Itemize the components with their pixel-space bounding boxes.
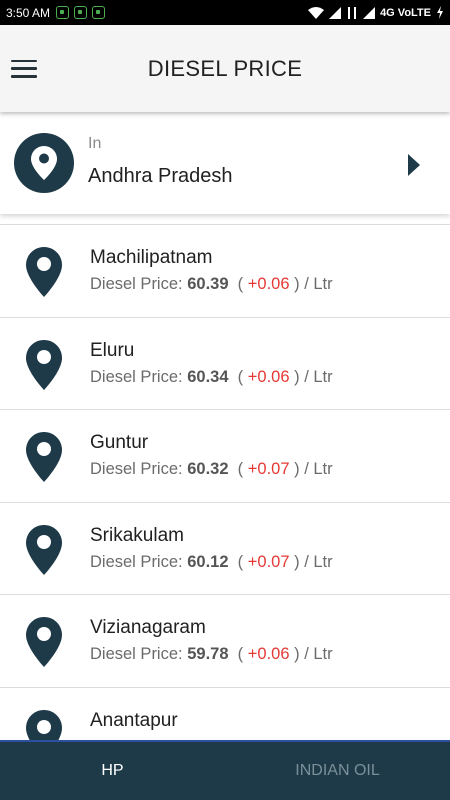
price-unit: / Ltr xyxy=(304,275,333,293)
city-name: Eluru xyxy=(90,339,135,361)
price-label: Diesel Price: xyxy=(90,460,183,478)
city-name: Anantapur xyxy=(90,709,178,731)
city-price-list[interactable]: Machilipatnam Diesel Price: 60.39 ( +0.0… xyxy=(0,224,450,740)
price-value: 60.12 xyxy=(187,552,229,571)
list-item[interactable]: Eluru Diesel Price: 60.34 ( +0.06 ) / Lt… xyxy=(0,318,450,410)
signal-icon xyxy=(363,6,376,19)
price-value: 60.32 xyxy=(187,460,229,478)
price-unit: / Ltr xyxy=(304,367,333,386)
location-pin-icon xyxy=(26,432,62,482)
list-item[interactable]: Anantapur xyxy=(0,688,450,740)
price-change: +0.06 xyxy=(247,275,290,293)
price-line: Diesel Price: 60.34 ( +0.06 ) / Ltr xyxy=(90,367,333,386)
price-line: Diesel Price: 60.32 ( +0.07 ) / Ltr xyxy=(90,460,333,478)
status-bar: 3:50 AM 4G VoLTE xyxy=(0,0,450,25)
data-signal-icon xyxy=(348,6,357,19)
location-pin-icon xyxy=(26,709,62,740)
price-label: Diesel Price: xyxy=(90,367,183,386)
location-pin-icon xyxy=(26,524,62,575)
tab-indian-oil[interactable]: INDIAN OIL xyxy=(225,742,450,800)
notification-icon xyxy=(56,6,70,19)
price-line: Diesel Price: 59.78 ( +0.06 ) / Ltr xyxy=(90,645,333,663)
network-type: 4G VoLTE xyxy=(380,6,431,19)
list-item[interactable]: Srikakulam Diesel Price: 60.12 ( +0.07 )… xyxy=(0,503,450,595)
notification-icon xyxy=(74,6,88,19)
city-name: Srikakulam xyxy=(90,524,184,546)
location-pin-icon xyxy=(26,247,62,297)
signal-icon xyxy=(329,6,342,19)
price-label: Diesel Price: xyxy=(90,645,183,663)
price-unit: / Ltr xyxy=(304,645,333,663)
price-change: +0.07 xyxy=(247,460,290,478)
price-change: +0.06 xyxy=(247,645,290,663)
arrow-right-icon[interactable] xyxy=(408,154,420,176)
page-title: DIESEL PRICE xyxy=(147,55,303,81)
tab-hp[interactable]: HP xyxy=(0,742,225,800)
state-prefix: In xyxy=(88,134,102,152)
price-unit: / Ltr xyxy=(304,552,333,571)
list-item[interactable]: Machilipatnam Diesel Price: 60.39 ( +0.0… xyxy=(0,225,450,318)
list-item[interactable]: Vizianagaram Diesel Price: 59.78 ( +0.06… xyxy=(0,595,450,688)
price-unit: / Ltr xyxy=(304,460,333,478)
price-line: Diesel Price: 60.39 ( +0.06 ) / Ltr xyxy=(90,275,333,293)
location-pin-icon xyxy=(26,617,62,667)
price-label: Diesel Price: xyxy=(90,275,183,293)
city-name: Machilipatnam xyxy=(90,247,213,268)
location-pin-icon xyxy=(26,339,62,390)
price-change: +0.07 xyxy=(247,552,290,571)
menu-button[interactable] xyxy=(0,37,56,101)
list-item[interactable]: Guntur Diesel Price: 60.32 ( +0.07 ) / L… xyxy=(0,410,450,503)
notification-icon xyxy=(92,6,106,19)
state-text: In Andhra Pradesh xyxy=(88,135,233,188)
app-bar: DIESEL PRICE xyxy=(0,25,450,112)
price-value: 59.78 xyxy=(187,645,229,663)
location-pin-icon xyxy=(14,133,74,193)
city-name: Vizianagaram xyxy=(90,617,206,638)
price-line: Diesel Price: 60.12 ( +0.07 ) / Ltr xyxy=(90,552,333,571)
price-label: Diesel Price: xyxy=(90,552,183,571)
price-change: +0.06 xyxy=(247,367,290,386)
city-name: Guntur xyxy=(90,432,149,453)
state-name: Andhra Pradesh xyxy=(88,164,233,187)
wifi-icon xyxy=(308,6,325,19)
battery-charging-icon xyxy=(437,6,443,19)
hamburger-menu-icon xyxy=(11,59,37,78)
status-time: 3:50 AM xyxy=(6,5,51,20)
state-selector[interactable]: In Andhra Pradesh xyxy=(0,112,450,214)
price-value: 60.34 xyxy=(187,367,229,386)
price-value: 60.39 xyxy=(187,275,229,293)
bottom-navigation: HP INDIAN OIL xyxy=(0,740,450,800)
